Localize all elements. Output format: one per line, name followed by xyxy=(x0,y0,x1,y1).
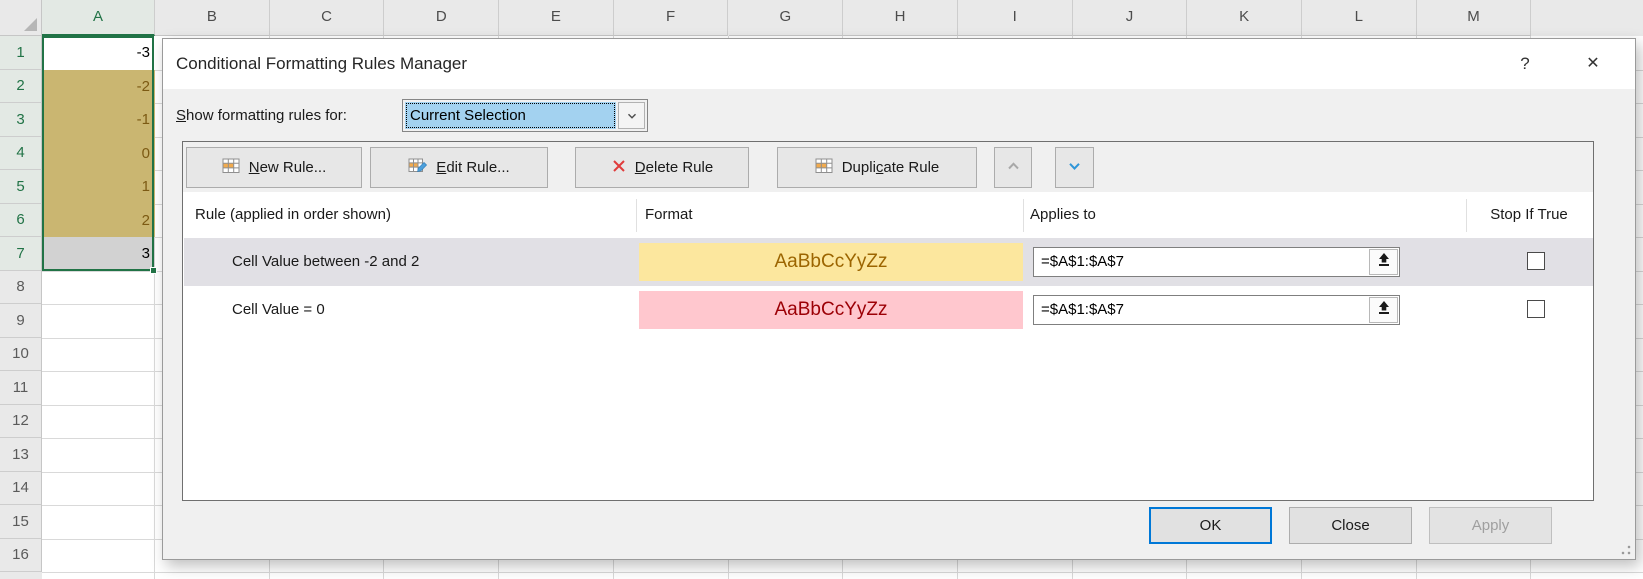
row-header-7[interactable]: 7 xyxy=(0,237,42,271)
row-header-2[interactable]: 2 xyxy=(0,70,42,104)
duplicate-rule-table-icon xyxy=(815,158,834,178)
rules-panel: New Rule... Edit Rule... Delete Rule Dup… xyxy=(182,141,1594,501)
dialog-titlebar[interactable]: Conditional Formatting Rules Manager ? ✕ xyxy=(163,39,1635,89)
show-rules-selected-value: Current Selection xyxy=(405,102,616,129)
column-header-D[interactable]: D xyxy=(384,0,499,36)
stop-if-true-checkbox[interactable] xyxy=(1527,300,1545,318)
delete-rule-label: Delete Rule xyxy=(635,159,713,176)
applies-to-column-header: Applies to xyxy=(1030,192,1096,238)
row-header-11[interactable]: 11 xyxy=(0,371,42,405)
move-rule-down-button[interactable] xyxy=(1055,147,1094,188)
cell-A7[interactable]: 3 xyxy=(42,237,155,271)
new-rule-table-icon xyxy=(222,158,241,178)
close-icon[interactable]: ✕ xyxy=(1573,39,1613,89)
range-picker-icon xyxy=(1376,249,1392,276)
column-header-B[interactable]: B xyxy=(155,0,270,36)
select-all-button[interactable] xyxy=(0,0,42,36)
column-divider xyxy=(636,199,637,232)
row-header-14[interactable]: 14 xyxy=(0,472,42,506)
duplicate-rule-label: Duplicate Rule xyxy=(842,159,940,176)
column-header-G[interactable]: G xyxy=(729,0,844,36)
applies-to-input[interactable]: =$A$1:$A$7 xyxy=(1033,295,1400,325)
column-header-A[interactable]: A xyxy=(42,0,155,36)
rule-row[interactable]: Cell Value between -2 and 2 AaBbCcYyZz =$A… xyxy=(184,238,1593,286)
rule-description: Cell Value = 0 xyxy=(232,286,325,334)
cell-A4[interactable]: 0 xyxy=(42,137,155,171)
column-header-F[interactable]: F xyxy=(614,0,729,36)
cell-A5[interactable]: 1 xyxy=(42,170,155,204)
cell-A3[interactable]: -1 xyxy=(42,103,155,137)
row-header-12[interactable]: 12 xyxy=(0,405,42,439)
conditional-formatting-rules-manager-dialog: Conditional Formatting Rules Manager ? ✕… xyxy=(162,38,1636,560)
new-rule-label: New Rule... xyxy=(249,159,327,176)
row-header-16[interactable]: 16 xyxy=(0,539,42,573)
row-header-13[interactable]: 13 xyxy=(0,438,42,472)
row-header-4[interactable]: 4 xyxy=(0,137,42,171)
show-rules-label: Show formatting rules for: xyxy=(176,99,347,132)
duplicate-rule-button[interactable]: Duplicate Rule xyxy=(777,147,977,188)
column-header-C[interactable]: C xyxy=(270,0,385,36)
show-rules-dropdown[interactable]: Current Selection xyxy=(402,99,648,132)
rule-row[interactable]: Cell Value = 0 AaBbCcYyZz =$A$1:$A$7 xyxy=(184,286,1593,334)
move-rule-up-button[interactable] xyxy=(994,147,1032,188)
column-divider xyxy=(1023,199,1024,232)
edit-rule-pencil-icon xyxy=(408,158,428,178)
resize-grip[interactable] xyxy=(1621,545,1631,555)
chevron-up-icon xyxy=(1005,159,1022,177)
rule-description: Cell Value between -2 and 2 xyxy=(232,238,419,286)
row-header-8[interactable]: 8 xyxy=(0,271,42,305)
help-icon[interactable]: ? xyxy=(1510,39,1540,89)
rule-column-header: Rule (applied in order shown) xyxy=(195,192,391,238)
row-header-1[interactable]: 1 xyxy=(0,36,42,70)
chevron-down-icon[interactable] xyxy=(618,102,645,129)
row-header-15[interactable]: 15 xyxy=(0,505,42,539)
fill-handle[interactable] xyxy=(150,267,157,274)
range-picker-icon xyxy=(1376,297,1392,324)
column-header-I[interactable]: I xyxy=(958,0,1073,36)
row-header-3[interactable]: 3 xyxy=(0,103,42,137)
close-button[interactable]: Close xyxy=(1289,507,1412,544)
stop-if-true-column-header: Stop If True xyxy=(1466,192,1592,238)
format-column-header: Format xyxy=(645,192,693,238)
ok-button[interactable]: OK xyxy=(1149,507,1272,544)
format-preview: AaBbCcYyZz xyxy=(639,291,1023,329)
column-header-K[interactable]: K xyxy=(1187,0,1302,36)
column-header-E[interactable]: E xyxy=(499,0,614,36)
column-header-H[interactable]: H xyxy=(843,0,958,36)
stop-if-true-checkbox[interactable] xyxy=(1527,252,1545,270)
row-header-6[interactable]: 6 xyxy=(0,204,42,238)
collapse-dialog-button[interactable] xyxy=(1369,249,1398,275)
new-rule-button[interactable]: New Rule... xyxy=(186,147,362,188)
column-header-L[interactable]: L xyxy=(1302,0,1417,36)
dialog-title: Conditional Formatting Rules Manager xyxy=(176,39,467,89)
column-divider xyxy=(1466,199,1467,232)
apply-button[interactable]: Apply xyxy=(1429,507,1552,544)
column-header-M[interactable]: M xyxy=(1417,0,1532,36)
edit-rule-button[interactable]: Edit Rule... xyxy=(370,147,548,188)
collapse-dialog-button[interactable] xyxy=(1369,297,1398,323)
chevron-down-icon xyxy=(1066,159,1083,177)
format-preview: AaBbCcYyZz xyxy=(639,243,1023,281)
column-header-J[interactable]: J xyxy=(1073,0,1188,36)
row-header-9[interactable]: 9 xyxy=(0,304,42,338)
edit-rule-label: Edit Rule... xyxy=(436,159,509,176)
gridline-horizontal xyxy=(42,572,1643,573)
cell-A6[interactable]: 2 xyxy=(42,204,155,238)
delete-x-icon xyxy=(611,158,627,178)
delete-rule-button[interactable]: Delete Rule xyxy=(575,147,749,188)
cell-A2[interactable]: -2 xyxy=(42,70,155,104)
cell-A1[interactable]: -3 xyxy=(42,36,155,70)
applies-to-input[interactable]: =$A$1:$A$7 xyxy=(1033,247,1400,277)
row-header-10[interactable]: 10 xyxy=(0,338,42,372)
rules-toolbar: New Rule... Edit Rule... Delete Rule Dup… xyxy=(183,142,1593,192)
row-header-5[interactable]: 5 xyxy=(0,170,42,204)
